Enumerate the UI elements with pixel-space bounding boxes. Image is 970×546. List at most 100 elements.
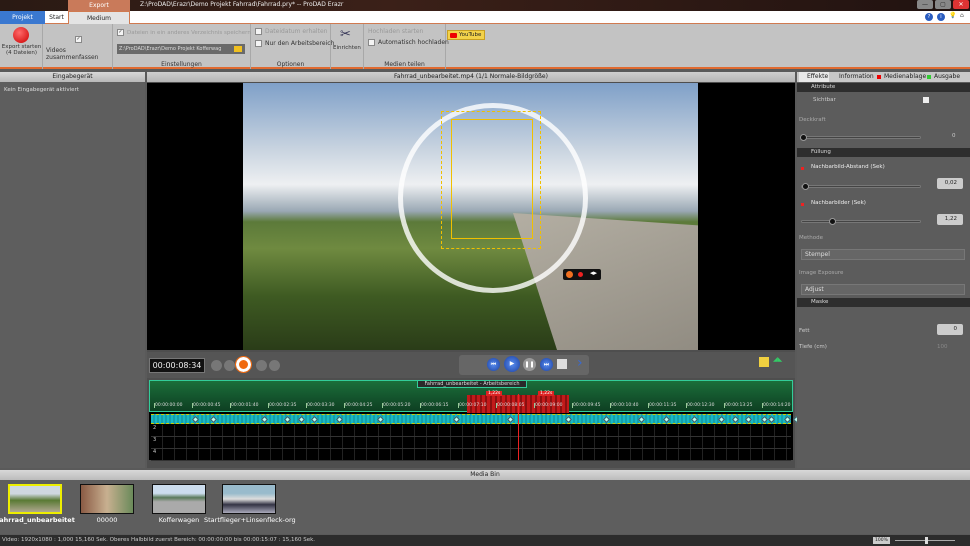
tab-start[interactable]: Start (45, 11, 68, 24)
keyframe-icon[interactable] (783, 415, 791, 424)
tab-effekte[interactable]: Effekte (799, 72, 829, 82)
mask-toolbar[interactable]: ◂▸ (563, 269, 601, 280)
timeline[interactable]: 1,22s 1,22s 00:00:00:00 00:00:00:45 00:00:… (149, 380, 801, 461)
play-button[interactable]: ▶ (504, 356, 520, 372)
setup-button[interactable]: Einrichten (333, 45, 361, 51)
keyframe-icon[interactable] (297, 415, 305, 424)
merge-videos-checkbox[interactable]: ✓ (75, 36, 82, 43)
work-area-checkbox[interactable] (255, 40, 262, 47)
zoom-marker-icon[interactable]: ◢◣ (773, 356, 782, 363)
bold-spinner[interactable]: 0 (937, 324, 963, 335)
help-icon[interactable]: ? (925, 13, 933, 21)
timeline-tick: 00:00:05:20 (382, 403, 411, 408)
keyframe-icon[interactable] (691, 415, 699, 424)
tab-medienablage[interactable]: Medienablage (884, 72, 926, 82)
playhead[interactable] (518, 394, 519, 460)
section-fill[interactable]: Füllung (797, 148, 970, 157)
settings-group: ✓ Dateien in ein anderes Verzeichnis spei… (113, 24, 251, 69)
exposure-dropdown[interactable]: Adjust (801, 284, 965, 295)
afterimage-distance-spinner[interactable]: 0,02 (937, 178, 963, 189)
group-label: Optionen (276, 61, 305, 68)
tools-icon[interactable]: ✂ (340, 27, 351, 42)
info-icon[interactable]: i (937, 13, 945, 21)
transport-controls: 00:00:08:34 ⏮ ▶ ❚❚ ⏭ › ◢◣ (147, 352, 795, 378)
mask-inner-frame[interactable] (451, 119, 533, 239)
keyframe-icon[interactable] (192, 415, 200, 424)
keyframe-icon[interactable] (745, 415, 753, 424)
section-attribute[interactable]: Attribute (797, 83, 970, 92)
timeline-tick: 00:00:02:35 (268, 403, 297, 408)
track-4[interactable]: 4 (151, 449, 791, 461)
opacity-value[interactable]: 0 (952, 133, 970, 139)
auto-upload-checkbox[interactable] (368, 39, 375, 46)
timeline-tick: 00:00:00:00 (154, 403, 183, 408)
title-bar: Export Z:\ProDAD\Erazr\Demo Projekt Fahr… (0, 0, 970, 11)
next-frame-button[interactable] (256, 360, 267, 371)
record-export-icon[interactable] (13, 27, 29, 43)
frame-size-button[interactable] (557, 359, 567, 369)
keyframe-icon[interactable] (603, 415, 611, 424)
tab-projekt[interactable]: Projekt (0, 11, 45, 24)
start-upload-button[interactable]: Hochladen starten (368, 28, 423, 35)
mask-record-icon[interactable] (566, 271, 573, 278)
prev-key-button[interactable] (211, 360, 222, 371)
next-chevron-icon[interactable]: › (577, 355, 583, 371)
afterimages-spinner[interactable]: 1,22 (937, 214, 963, 225)
minimize-button[interactable]: — (917, 0, 933, 9)
export-group: Export starten (4 Dateien) (0, 24, 43, 69)
save-other-dir-checkbox[interactable]: ✓ (117, 29, 124, 36)
prev-frame-button[interactable] (224, 360, 235, 371)
tab-ausgabe[interactable]: Ausgabe (934, 72, 960, 82)
input-device-panel: Eingabegerät Kein Eingabegerät aktiviert (0, 72, 145, 468)
home-icon[interactable]: ⌂ (960, 12, 964, 19)
keyframe-icon[interactable] (507, 415, 515, 424)
tip-bulb-icon[interactable]: 💡 (949, 12, 956, 19)
track-3[interactable]: 3 (151, 437, 791, 449)
section-mask[interactable]: Maske (797, 298, 970, 307)
afterimage-distance-slider[interactable] (801, 183, 921, 190)
keyframe-icon[interactable] (718, 415, 726, 424)
keyframe-icon[interactable] (376, 415, 384, 424)
folder-icon[interactable] (234, 46, 242, 52)
afterimages-slider[interactable] (801, 218, 921, 225)
zoom-slider-handle[interactable] (925, 537, 928, 544)
track-1-clip[interactable] (151, 414, 801, 424)
track-view-button[interactable] (759, 357, 769, 367)
keyframe-icon[interactable] (311, 415, 319, 424)
output-path-field[interactable]: Z:\ProDAD\Erazr\Demo Projekt Kofferwag (117, 44, 245, 54)
keyframe-icon[interactable] (284, 415, 292, 424)
keyframe-icon[interactable] (261, 415, 269, 424)
tab-information[interactable]: Information (839, 72, 874, 82)
close-button[interactable]: ✕ (953, 0, 969, 9)
go-start-button[interactable]: ⏮ (487, 358, 500, 371)
opacity-slider[interactable] (800, 134, 921, 141)
video-preview[interactable]: ◂▸ (147, 83, 795, 350)
keyframe-icon[interactable] (564, 415, 572, 424)
set-key-button[interactable] (235, 356, 252, 373)
keyframe-icon[interactable] (336, 415, 344, 424)
track-2[interactable]: 2 (151, 425, 791, 437)
keyframe-icon[interactable] (768, 415, 776, 424)
method-dropdown[interactable]: Stempel (801, 249, 965, 260)
keyframe-icon[interactable] (731, 415, 739, 424)
export-start-button[interactable]: Export starten (4 Dateien) (0, 44, 43, 56)
keyframe-icon[interactable] (209, 415, 217, 424)
zoom-level[interactable]: 100% (873, 537, 890, 544)
keyframe-icon[interactable] (662, 415, 670, 424)
timeline-tick: 00:00:12:30 (686, 403, 715, 408)
next-key-button[interactable] (269, 360, 280, 371)
keyframe-icon[interactable] (637, 415, 645, 424)
keyframe-icon[interactable] (453, 415, 461, 424)
go-end-button[interactable]: ⏭ (540, 358, 553, 371)
youtube-button[interactable]: YouTube (447, 30, 485, 40)
keyframe-icon[interactable] (760, 415, 768, 424)
pause-button[interactable]: ❚❚ (523, 358, 536, 371)
mask-point-icon[interactable] (578, 272, 583, 277)
keep-date-checkbox[interactable] (255, 28, 262, 35)
mask-arrows-icon[interactable]: ◂▸ (590, 269, 597, 277)
maximize-button[interactable]: ▢ (935, 0, 951, 9)
tab-medium-exportieren[interactable]: Medium exportieren (68, 11, 130, 35)
depth-value[interactable]: 100 (937, 344, 970, 350)
timecode-display[interactable]: 00:00:08:34 (149, 358, 205, 373)
visible-checkbox[interactable] (923, 97, 929, 103)
